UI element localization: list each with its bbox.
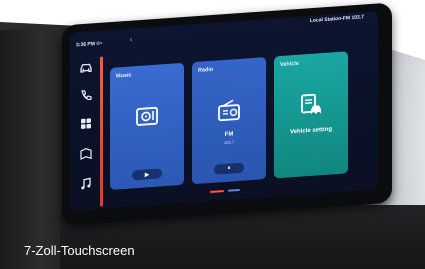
- radio-card[interactable]: Radio FM 103.7 ⏸: [192, 57, 266, 185]
- status-station: Local Station-FM 103.7: [309, 14, 364, 24]
- music-note-icon[interactable]: [78, 175, 94, 192]
- apps-grid-icon[interactable]: [78, 115, 94, 132]
- page-indicator: [210, 188, 250, 195]
- back-arrow-icon[interactable]: ‹: [130, 36, 132, 43]
- music-player-icon: [134, 102, 160, 130]
- page-dot: [228, 188, 240, 192]
- vehicle-card-title: Vehicle: [280, 60, 299, 69]
- image-caption: 7-Zoll-Touchscreen: [24, 243, 135, 258]
- page-dot-active: [210, 190, 224, 193]
- infotainment-screen: 3:36 PM ⊘▪ ‹ Local Station-FM 103.7 Musi…: [70, 11, 378, 211]
- sidebar-accent-bar: [100, 56, 103, 207]
- pause-button[interactable]: ⏸: [214, 162, 244, 175]
- car-icon[interactable]: [78, 59, 94, 76]
- vehicle-setting-label: Vehicle setting: [289, 126, 332, 136]
- photo-background: 3:36 PM ⊘▪ ‹ Local Station-FM 103.7 Musi…: [0, 0, 425, 269]
- status-time: 3:36 PM: [76, 41, 95, 49]
- vehicle-card[interactable]: Vehicle Vehicle setting: [274, 51, 348, 179]
- sidebar: [72, 55, 102, 207]
- phone-icon[interactable]: [78, 87, 94, 104]
- radio-icon: [216, 97, 242, 125]
- music-card[interactable]: Music ▶: [110, 62, 184, 190]
- play-button[interactable]: ▶: [132, 168, 162, 181]
- vehicle-settings-icon: [298, 91, 324, 119]
- music-card-title: Music: [116, 72, 132, 80]
- radio-card-title: Radio: [198, 66, 214, 74]
- signal-icon: ⊘▪: [96, 40, 102, 47]
- navigation-icon[interactable]: [78, 145, 94, 162]
